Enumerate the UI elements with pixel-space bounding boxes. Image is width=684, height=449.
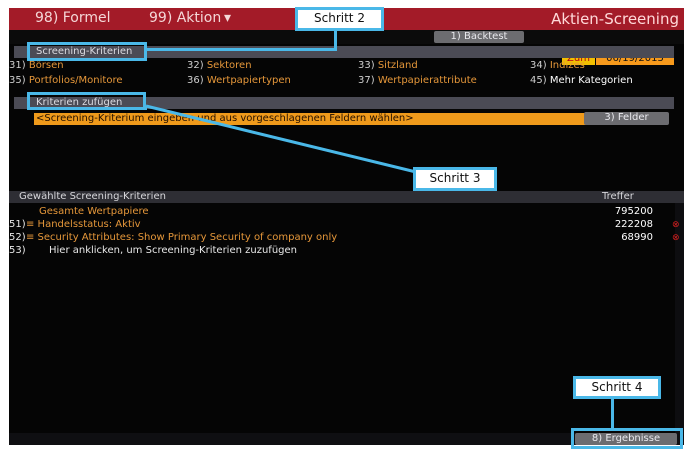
- callout-schritt-3: Schritt 3: [413, 167, 497, 191]
- callout-schritt-4: Schritt 4: [573, 376, 661, 399]
- highlight-results: [571, 428, 683, 449]
- connector-line: [611, 398, 614, 428]
- connector-line: [145, 104, 417, 174]
